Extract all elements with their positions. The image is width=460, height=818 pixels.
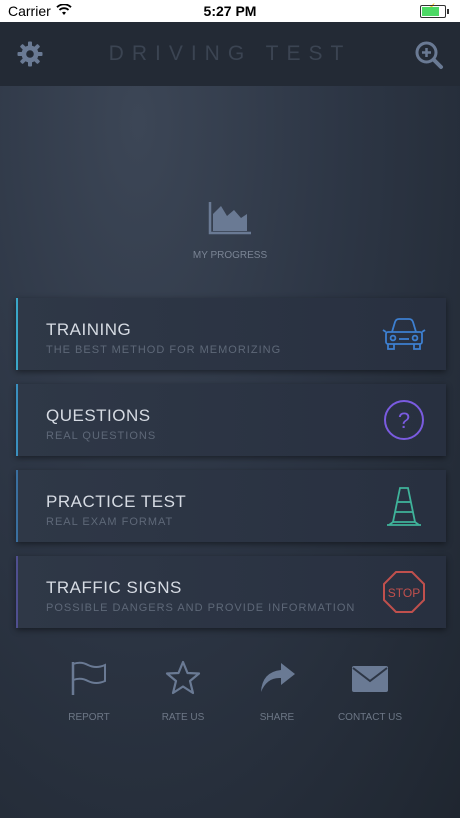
rate-us-label: RATE US [161,712,205,723]
menu-item-title: PRACTICE TEST [46,492,187,511]
svg-text:STOP: STOP [388,586,420,600]
menu-item-practice-test[interactable]: PRACTICE TEST REAL EXAM FORMAT [16,470,446,542]
app-screen: Carrier 5:27 PM ⚡ [0,0,460,818]
share-label: SHARE [259,712,295,723]
status-time: 5:27 PM [203,3,257,19]
mail-icon [325,660,415,696]
zoom-in-icon[interactable] [414,40,444,70]
menu-item-subtitle: REAL QUESTIONS [46,430,157,442]
contact-us-button[interactable]: CONTACT US [325,660,415,723]
star-icon [138,660,228,696]
battery-icon [420,5,449,18]
my-progress-button[interactable]: MY PROGRESS [180,200,280,270]
status-bar: Carrier 5:27 PM ⚡ [0,0,460,22]
flag-icon [44,660,134,696]
traffic-cone-icon [382,484,426,528]
report-label: REPORT [68,712,110,723]
question-icon: ? [382,398,426,442]
area-chart-icon [180,200,280,236]
share-arrow-icon [232,660,322,696]
car-icon [382,312,426,356]
rate-us-button[interactable]: RATE US [138,660,228,723]
menu-item-title: QUESTIONS [46,406,151,425]
report-button[interactable]: REPORT [44,660,134,723]
stop-sign-icon: STOP [382,570,426,614]
top-bar: DRIVING TEST [0,22,460,86]
menu-item-subtitle: THE BEST METHOD FOR MEMORIZING [46,344,282,356]
svg-text:?: ? [398,408,410,433]
menu-item-questions[interactable]: QUESTIONS REAL QUESTIONS ? [16,384,446,456]
share-button[interactable]: SHARE [232,660,322,723]
menu-item-subtitle: REAL EXAM FORMAT [46,516,174,528]
menu-item-subtitle: POSSIBLE DANGERS AND PROVIDE INFORMATION [46,602,356,614]
page-title: DRIVING TEST [108,42,352,65]
menu-item-title: TRAINING [46,320,132,339]
my-progress-label: MY PROGRESS [192,250,268,261]
menu-item-traffic-signs[interactable]: TRAFFIC SIGNS POSSIBLE DANGERS AND PROVI… [16,556,446,628]
menu-item-title: TRAFFIC SIGNS [46,578,182,597]
contact-us-label: CONTACT US [337,712,403,723]
bottom-actions: REPORT RATE US SHARE CONTACT US [0,660,460,730]
menu-item-training[interactable]: TRAINING THE BEST METHOD FOR MEMORIZING [16,298,446,370]
